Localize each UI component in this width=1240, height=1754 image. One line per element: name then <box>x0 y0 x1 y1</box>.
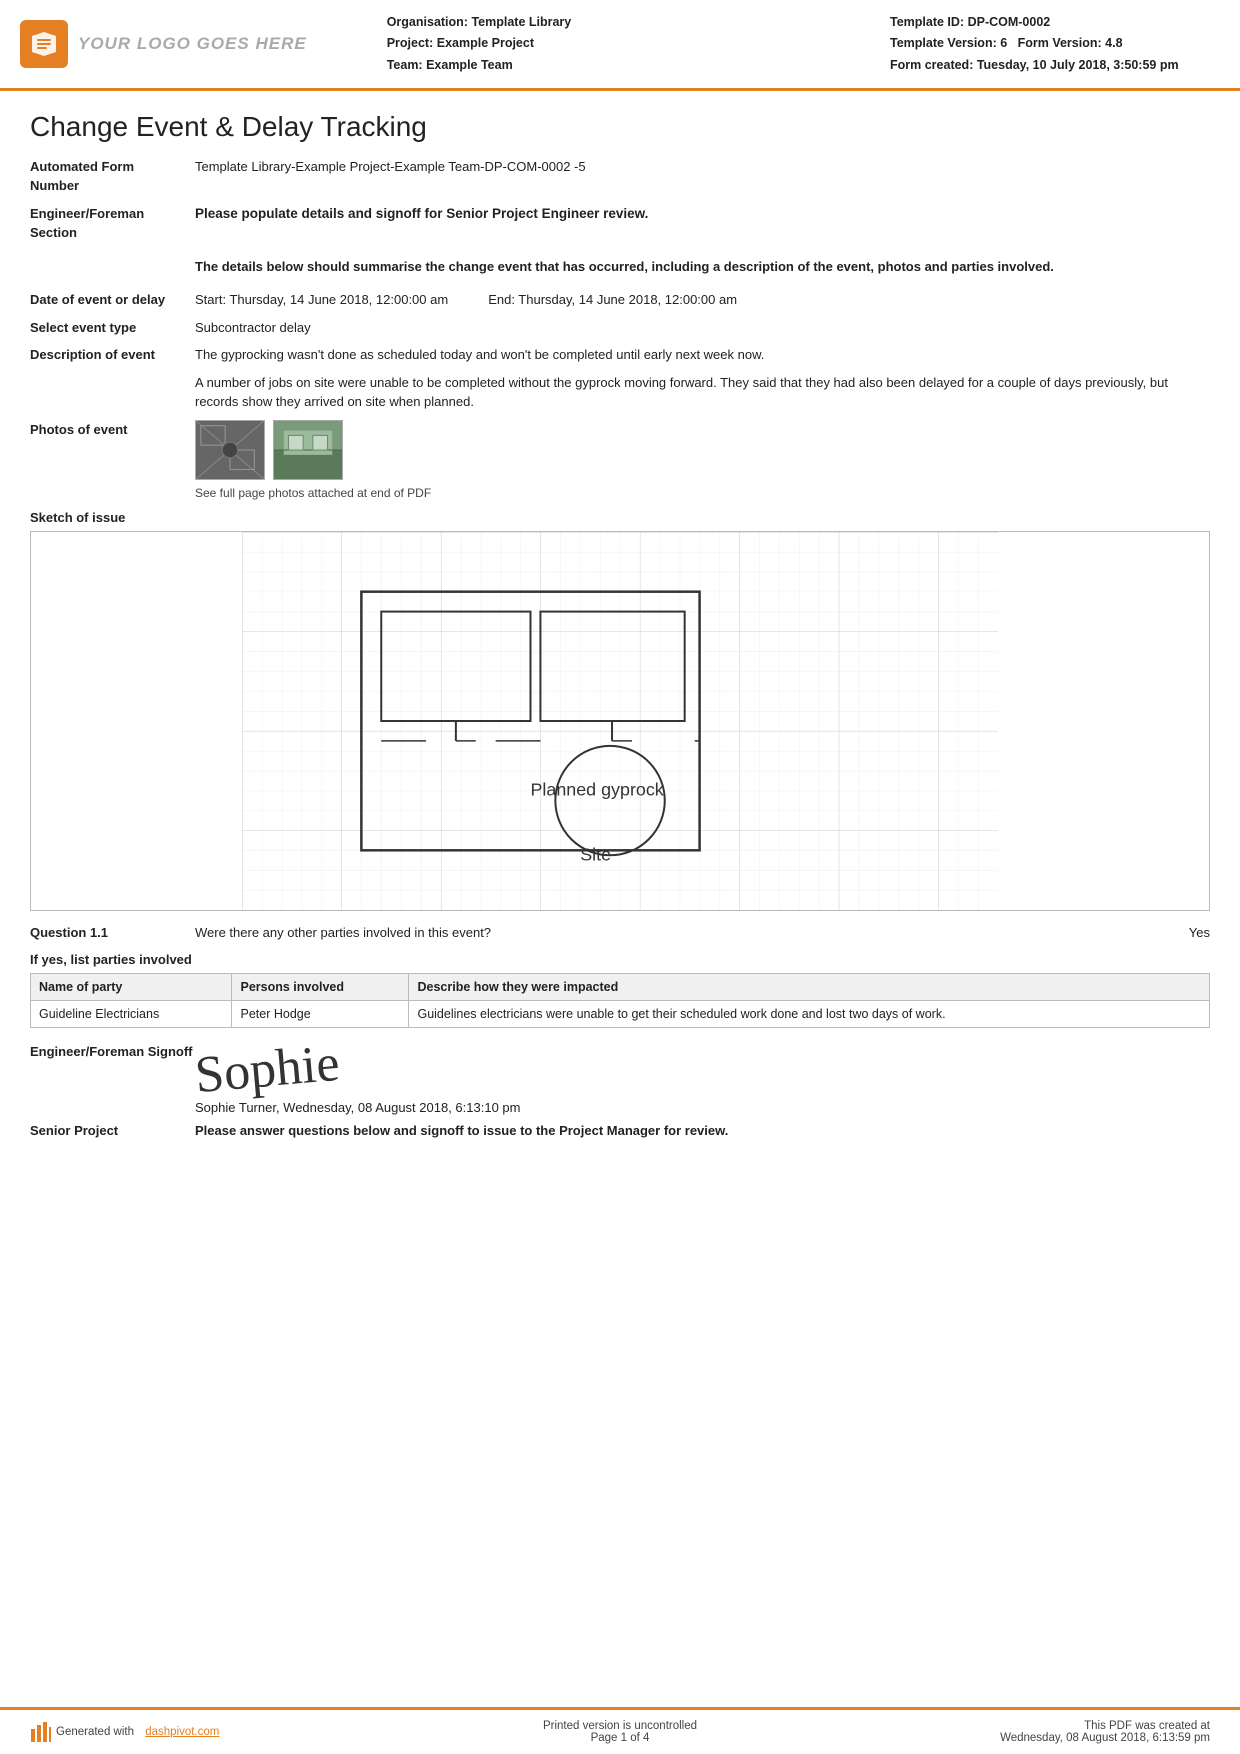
senior-project-value: Please answer questions below and signof… <box>195 1123 1210 1138</box>
logo-icon <box>20 20 68 68</box>
form-created-label: Form created: <box>890 58 973 72</box>
parties-title: If yes, list parties involved <box>30 952 1210 967</box>
signoff-content: Sophie Sophie Turner, Wednesday, 08 Augu… <box>195 1044 1210 1115</box>
header-logo: YOUR LOGO GOES HERE <box>20 12 307 76</box>
footer-left: Generated with dashpivot.com <box>30 1721 290 1743</box>
generated-text: Generated with <box>56 1726 134 1738</box>
footer-center: Printed version is uncontrolled Page 1 o… <box>290 1720 950 1744</box>
form-title: Change Event & Delay Tracking <box>30 111 1210 143</box>
sketch-container: Planned gyprock Site <box>30 531 1210 911</box>
description-line-2: A number of jobs on site were unable to … <box>195 373 1210 412</box>
detail-box: The details below should summarise the c… <box>195 257 1210 277</box>
header: YOUR LOGO GOES HERE Organisation: Templa… <box>0 0 1240 91</box>
footer-page: Page 1 of 4 <box>290 1732 950 1744</box>
photos-container <box>195 420 1210 480</box>
date-value: Start: Thursday, 14 June 2018, 12:00:00 … <box>195 290 1210 310</box>
page: YOUR LOGO GOES HERE Organisation: Templa… <box>0 0 1240 1754</box>
photos-row: Photos of event <box>30 420 1210 502</box>
header-project: Project: Example Project <box>387 33 870 54</box>
engineer-section-value: Please populate details and signoff for … <box>195 204 1210 224</box>
engineer-section-row: Engineer/Foreman Section Please populate… <box>30 204 1210 243</box>
form-version-label: Form Version: <box>1018 36 1102 50</box>
svg-text:Planned gyprock: Planned gyprock <box>530 779 663 799</box>
logo-text: YOUR LOGO GOES HERE <box>78 34 307 54</box>
photo-1 <box>195 420 265 480</box>
photos-value: See full page photos attached at end of … <box>195 420 1210 502</box>
svg-text:Site: Site <box>580 844 611 864</box>
question-text: Were there any other parties involved in… <box>195 925 1169 940</box>
description-row: Description of event The gyprocking wasn… <box>30 345 1210 412</box>
table-header-name: Name of party <box>31 973 232 1000</box>
dashpivot-link[interactable]: dashpivot.com <box>145 1726 219 1738</box>
table-header-impact: Describe how they were impacted <box>409 973 1210 1000</box>
project-label: Project: <box>387 36 434 50</box>
template-version-label: Template Version: <box>890 36 997 50</box>
signoff-label: Engineer/Foreman Signoff <box>30 1044 195 1059</box>
footer-logo: Generated with dashpivot.com <box>30 1721 219 1743</box>
form-number-row: Automated Form Number Template Library-E… <box>30 157 1210 196</box>
footer: Generated with dashpivot.com Printed ver… <box>0 1707 1240 1754</box>
signature: Sophie <box>193 1038 341 1102</box>
date-range: Start: Thursday, 14 June 2018, 12:00:00 … <box>195 290 1210 310</box>
team-label: Team: <box>387 58 423 72</box>
photos-label: Photos of event <box>30 420 195 440</box>
header-right: Template ID: DP-COM-0002 Template Versio… <box>890 12 1210 76</box>
date-end: End: Thursday, 14 June 2018, 12:00:00 am <box>488 290 737 310</box>
footer-uncontrolled: Printed version is uncontrolled <box>290 1720 950 1732</box>
form-created-value: Tuesday, 10 July 2018, 3:50:59 pm <box>977 58 1179 72</box>
template-id-label: Template ID: <box>890 15 964 29</box>
photo-caption: See full page photos attached at end of … <box>195 484 1210 502</box>
template-version-value: 6 <box>1000 36 1007 50</box>
date-label: Date of event or delay <box>30 290 195 310</box>
sketch-title: Sketch of issue <box>30 510 1210 525</box>
event-type-label: Select event type <box>30 318 195 338</box>
form-number-value: Template Library-Example Project-Example… <box>195 157 1210 177</box>
date-start: Start: Thursday, 14 June 2018, 12:00:00 … <box>195 290 448 310</box>
header-template-id: Template ID: DP-COM-0002 <box>890 12 1210 33</box>
project-value: Example Project <box>437 36 534 50</box>
header-meta: Organisation: Template Library Project: … <box>327 12 870 76</box>
party-persons: Peter Hodge <box>232 1000 409 1027</box>
question-row: Question 1.1 Were there any other partie… <box>30 925 1210 940</box>
parties-table: Name of party Persons involved Describe … <box>30 973 1210 1028</box>
template-id-value: DP-COM-0002 <box>968 15 1051 29</box>
description-label: Description of event <box>30 345 195 365</box>
form-number-label: Automated Form Number <box>30 157 195 196</box>
footer-created-label: This PDF was created at <box>950 1720 1210 1732</box>
question-answer: Yes <box>1169 925 1210 940</box>
photo-2 <box>273 420 343 480</box>
signoff-row: Engineer/Foreman Signoff Sophie Sophie T… <box>30 1044 1210 1115</box>
team-value: Example Team <box>426 58 513 72</box>
event-type-value: Subcontractor delay <box>195 318 1210 338</box>
description-value: The gyprocking wasn't done as scheduled … <box>195 345 1210 412</box>
header-team: Team: Example Team <box>387 55 870 76</box>
question-label: Question 1.1 <box>30 925 195 940</box>
footer-created-value: Wednesday, 08 August 2018, 6:13:59 pm <box>950 1732 1210 1744</box>
main-content: Change Event & Delay Tracking Automated … <box>0 91 1240 1162</box>
footer-right: This PDF was created at Wednesday, 08 Au… <box>950 1720 1210 1744</box>
table-row: Guideline Electricians Peter Hodge Guide… <box>31 1000 1210 1027</box>
party-impact: Guidelines electricians were unable to g… <box>409 1000 1210 1027</box>
engineer-section-label: Engineer/Foreman Section <box>30 204 195 243</box>
table-header-persons: Persons involved <box>232 973 409 1000</box>
signoff-name: Sophie Turner, Wednesday, 08 August 2018… <box>195 1100 1210 1115</box>
org-value: Template Library <box>471 15 571 29</box>
form-version-value: 4.8 <box>1105 36 1122 50</box>
header-org: Organisation: Template Library <box>387 12 870 33</box>
senior-project-label: Senior Project <box>30 1123 195 1138</box>
party-name: Guideline Electricians <box>31 1000 232 1027</box>
table-header-row: Name of party Persons involved Describe … <box>31 973 1210 1000</box>
event-type-row: Select event type Subcontractor delay <box>30 318 1210 338</box>
org-label: Organisation: <box>387 15 468 29</box>
date-row: Date of event or delay Start: Thursday, … <box>30 290 1210 310</box>
header-form-created: Form created: Tuesday, 10 July 2018, 3:5… <box>890 55 1210 76</box>
senior-project-row: Senior Project Please answer questions b… <box>30 1123 1210 1138</box>
header-versions: Template Version: 6 Form Version: 4.8 <box>890 33 1210 54</box>
description-line-1: The gyprocking wasn't done as scheduled … <box>195 345 1210 365</box>
